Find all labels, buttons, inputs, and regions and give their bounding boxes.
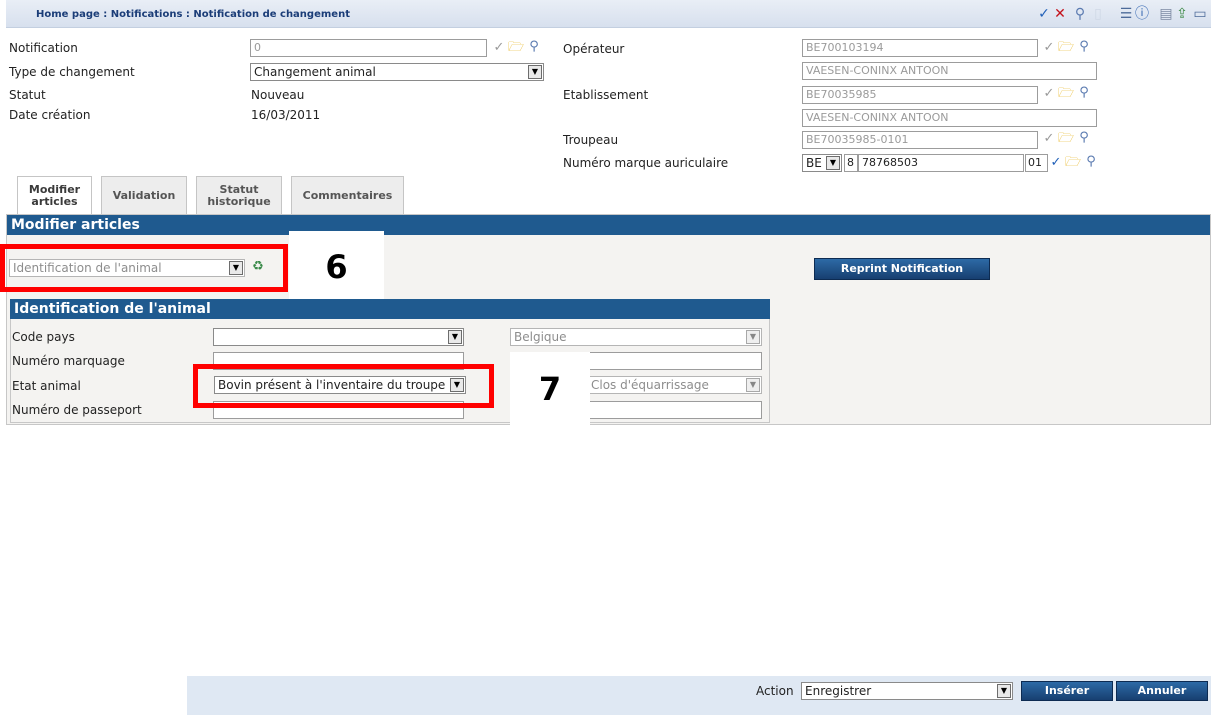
tab-validation[interactable]: Validation bbox=[101, 176, 187, 214]
operateur-name-field[interactable]: VAESEN-CONINX ANTOON bbox=[802, 62, 1097, 80]
annotation-label-6: 6 bbox=[289, 231, 384, 303]
check-icon[interactable]: ✓ bbox=[491, 40, 507, 56]
code-pays-old-value: Belgique bbox=[514, 330, 567, 344]
tab-label-line1: Modifier bbox=[28, 182, 81, 196]
troupeau-label: Troupeau bbox=[563, 133, 619, 147]
dropdown-arrow-icon[interactable]: ▼ bbox=[826, 156, 840, 170]
type-changement-label: Type de changement bbox=[9, 65, 135, 79]
type-changement-value: Changement animal bbox=[254, 65, 376, 79]
code-pays-label: Code pays bbox=[12, 330, 75, 344]
action-value: Enregistrer bbox=[805, 684, 872, 698]
code-pays-old-select: Belgique ▼ bbox=[510, 328, 762, 346]
search-icon[interactable]: ⚲ bbox=[1072, 6, 1088, 22]
dropdown-arrow-icon[interactable]: ▼ bbox=[528, 65, 542, 79]
breadcrumb[interactable]: Home page : Notifications : Notification… bbox=[36, 9, 350, 20]
tab-commentaires[interactable]: Commentaires bbox=[291, 176, 404, 214]
search-icon[interactable]: ⚲ bbox=[526, 39, 542, 55]
list-icon[interactable]: ☰ bbox=[1118, 6, 1134, 22]
tab-label-line2: articles bbox=[31, 194, 78, 208]
etablissement-label: Etablissement bbox=[563, 88, 649, 102]
close-icon[interactable]: ✕ bbox=[1052, 6, 1068, 22]
operateur-label: Opérateur bbox=[563, 42, 625, 56]
marque-suffix-field[interactable]: 01 bbox=[1025, 154, 1048, 172]
tab-label-line2: historique bbox=[207, 194, 271, 208]
marque-check-field[interactable]: 8 bbox=[844, 154, 858, 172]
dropdown-arrow-icon[interactable]: ▼ bbox=[997, 684, 1011, 698]
etat-animal-label: Etat animal bbox=[12, 379, 81, 393]
marque-country-value: BE bbox=[806, 156, 822, 170]
troupeau-field[interactable]: BE70035985-0101 bbox=[802, 131, 1038, 149]
export-icon[interactable]: ⇪ bbox=[1174, 6, 1190, 22]
section-title-bar: Modifier articles bbox=[7, 215, 1210, 235]
action-select[interactable]: Enregistrer ▼ bbox=[801, 682, 1013, 700]
tab-modifier-articles[interactable]: Modifier articles bbox=[17, 176, 92, 214]
search-icon[interactable]: ⚲ bbox=[1076, 39, 1092, 55]
statut-value: Nouveau bbox=[251, 88, 305, 102]
date-creation-label: Date création bbox=[9, 108, 91, 122]
tab-label: Validation bbox=[112, 188, 176, 202]
search-icon[interactable]: ⚲ bbox=[1083, 154, 1099, 170]
notification-label: Notification bbox=[9, 41, 78, 55]
check-icon[interactable]: ✓ bbox=[1041, 86, 1057, 102]
operateur-id-field[interactable]: BE700103194 bbox=[802, 39, 1038, 57]
folder-icon[interactable]: 🗁 bbox=[508, 40, 524, 56]
check-icon[interactable]: ✓ bbox=[1041, 40, 1057, 56]
folder-icon[interactable]: 🗁 bbox=[1065, 155, 1081, 171]
etablissement-name-field[interactable]: VAESEN-CONINX ANTOON bbox=[802, 109, 1097, 127]
window-icon[interactable]: ▭ bbox=[1192, 6, 1208, 22]
check-icon[interactable]: ✓ bbox=[1036, 6, 1052, 22]
passeport-label: Numéro de passeport bbox=[12, 403, 142, 417]
check-icon[interactable]: ✓ bbox=[1041, 131, 1057, 147]
code-pays-new-select[interactable]: ▼ bbox=[213, 328, 464, 346]
marque-number-field[interactable]: 78768503 bbox=[858, 154, 1024, 172]
marque-country-select[interactable]: BE ▼ bbox=[802, 154, 842, 172]
folder-icon[interactable]: 🗁 bbox=[1058, 131, 1074, 147]
etat-animal-old-value: Clos d'équarrissage bbox=[591, 378, 709, 392]
tab-statut-historique[interactable]: Statut historique bbox=[196, 176, 282, 214]
inserer-button[interactable]: Insérer bbox=[1021, 681, 1113, 701]
date-creation-value: 16/03/2011 bbox=[251, 108, 321, 122]
folder-icon[interactable]: 🗁 bbox=[1058, 86, 1074, 102]
tab-label-line1: Statut bbox=[219, 182, 259, 196]
tab-label: Commentaires bbox=[302, 188, 393, 202]
dropdown-arrow-icon[interactable]: ▼ bbox=[448, 330, 462, 344]
print-icon[interactable]: ▤ bbox=[1158, 6, 1174, 22]
check-icon[interactable]: ✓ bbox=[1048, 155, 1064, 171]
annotation-box-6 bbox=[0, 244, 288, 292]
marque-auriculaire-label: Numéro marque auriculaire bbox=[563, 156, 729, 170]
annuler-button[interactable]: Annuler bbox=[1116, 681, 1208, 701]
search-icon[interactable]: ⚲ bbox=[1076, 85, 1092, 101]
numero-marquage-label: Numéro marquage bbox=[12, 354, 125, 368]
etablissement-id-field[interactable]: BE70035985 bbox=[802, 86, 1038, 104]
document-icon[interactable]: ▯ bbox=[1090, 6, 1106, 22]
statut-label: Statut bbox=[9, 88, 46, 102]
action-label: Action bbox=[756, 684, 794, 698]
annotation-label-7: 7 bbox=[510, 352, 590, 426]
annotation-box-7 bbox=[193, 364, 494, 408]
dropdown-arrow-icon: ▼ bbox=[746, 378, 760, 392]
notification-field[interactable]: 0 bbox=[250, 39, 487, 57]
type-changement-select[interactable]: Changement animal ▼ bbox=[250, 63, 544, 81]
dropdown-arrow-icon: ▼ bbox=[746, 330, 760, 344]
search-icon[interactable]: ⚲ bbox=[1076, 130, 1092, 146]
info-icon[interactable]: ⓘ bbox=[1134, 6, 1150, 22]
reprint-notification-button[interactable]: Reprint Notification bbox=[814, 258, 990, 280]
folder-icon[interactable]: 🗁 bbox=[1058, 40, 1074, 56]
subsection-title-bar: Identification de l'animal bbox=[10, 299, 770, 319]
